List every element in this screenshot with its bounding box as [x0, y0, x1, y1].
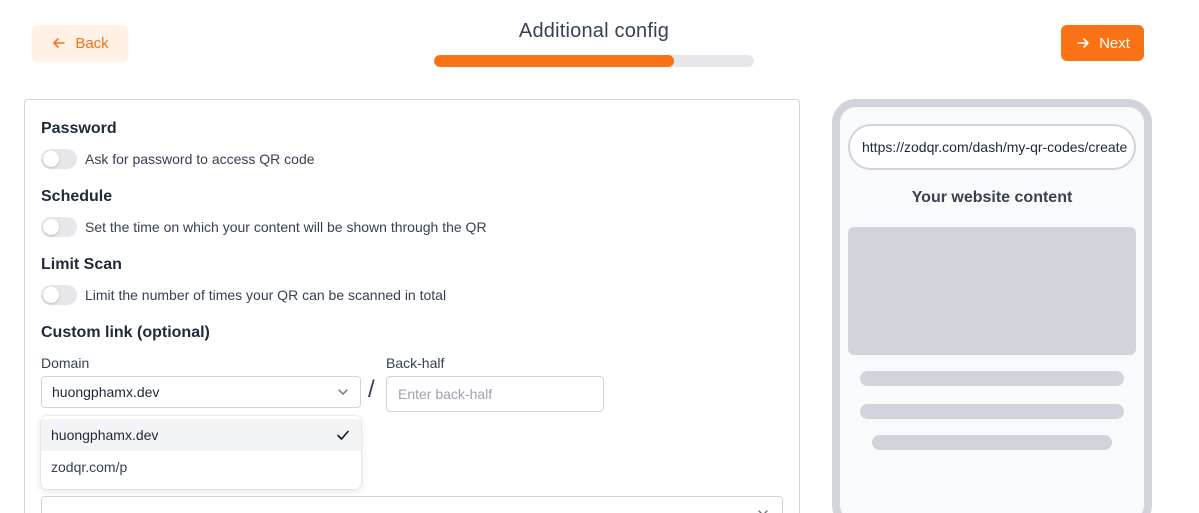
limit-scan-section-title: Limit Scan — [41, 256, 122, 273]
domain-label: Domain — [41, 355, 90, 371]
backhalf-input[interactable] — [386, 376, 604, 412]
check-icon — [335, 427, 351, 443]
domain-dropdown-menu: huongphamx.dev zodqr.com/p — [41, 416, 361, 489]
page-title: Additional config — [518, 20, 670, 42]
toggle-knob — [43, 287, 59, 303]
limit-scan-toggle-label: Limit the number of times your QR can be… — [85, 287, 447, 303]
schedule-section-title: Schedule — [41, 188, 113, 205]
preview-text-line — [860, 404, 1124, 419]
preview-heading: Your website content — [911, 189, 1073, 206]
domain-option-label: huongphamx.dev — [51, 427, 159, 443]
preview-text-line — [860, 371, 1124, 386]
back-button-label: Back — [75, 34, 109, 52]
progress-bar-fill — [434, 55, 674, 67]
phone-preview: https://zodqr.com/dash/my-qr-codes/creat… — [832, 99, 1152, 513]
chevron-down-icon — [336, 385, 350, 399]
preview-url-bar: https://zodqr.com/dash/my-qr-codes/creat… — [848, 124, 1136, 170]
password-toggle-label: Ask for password to access QR code — [85, 151, 315, 167]
preview-text-line — [872, 435, 1112, 450]
next-button-label: Next — [1099, 34, 1130, 52]
toggle-knob — [43, 219, 59, 235]
arrow-left-icon — [51, 35, 67, 51]
password-toggle[interactable] — [41, 149, 77, 169]
domain-option[interactable]: zodqr.com/p — [41, 451, 361, 483]
domain-select[interactable]: huongphamx.dev — [41, 376, 361, 408]
additional-select[interactable] — [41, 496, 783, 513]
chevron-down-icon — [756, 506, 770, 513]
path-separator: / — [368, 376, 375, 403]
limit-scan-toggle-row: Limit the number of times your QR can be… — [41, 285, 446, 305]
schedule-toggle[interactable] — [41, 217, 77, 237]
domain-select-value: huongphamx.dev — [52, 384, 160, 400]
schedule-toggle-label: Set the time on which your content will … — [85, 219, 487, 235]
preview-image-placeholder — [848, 227, 1136, 355]
limit-scan-toggle[interactable] — [41, 285, 77, 305]
domain-option[interactable]: huongphamx.dev — [41, 419, 361, 451]
password-toggle-row: Ask for password to access QR code — [41, 149, 315, 169]
toggle-knob — [43, 151, 59, 167]
next-button[interactable]: Next — [1061, 25, 1144, 61]
schedule-toggle-row: Set the time on which your content will … — [41, 217, 487, 237]
domain-option-label: zodqr.com/p — [51, 459, 128, 475]
arrow-right-icon — [1075, 35, 1091, 51]
progress-bar — [434, 55, 754, 67]
back-button[interactable]: Back — [32, 25, 128, 61]
password-section-title: Password — [41, 120, 117, 137]
custom-link-section-title: Custom link (optional) — [41, 324, 210, 341]
backhalf-label: Back-half — [386, 355, 445, 371]
config-panel: Password Ask for password to access QR c… — [24, 99, 800, 513]
